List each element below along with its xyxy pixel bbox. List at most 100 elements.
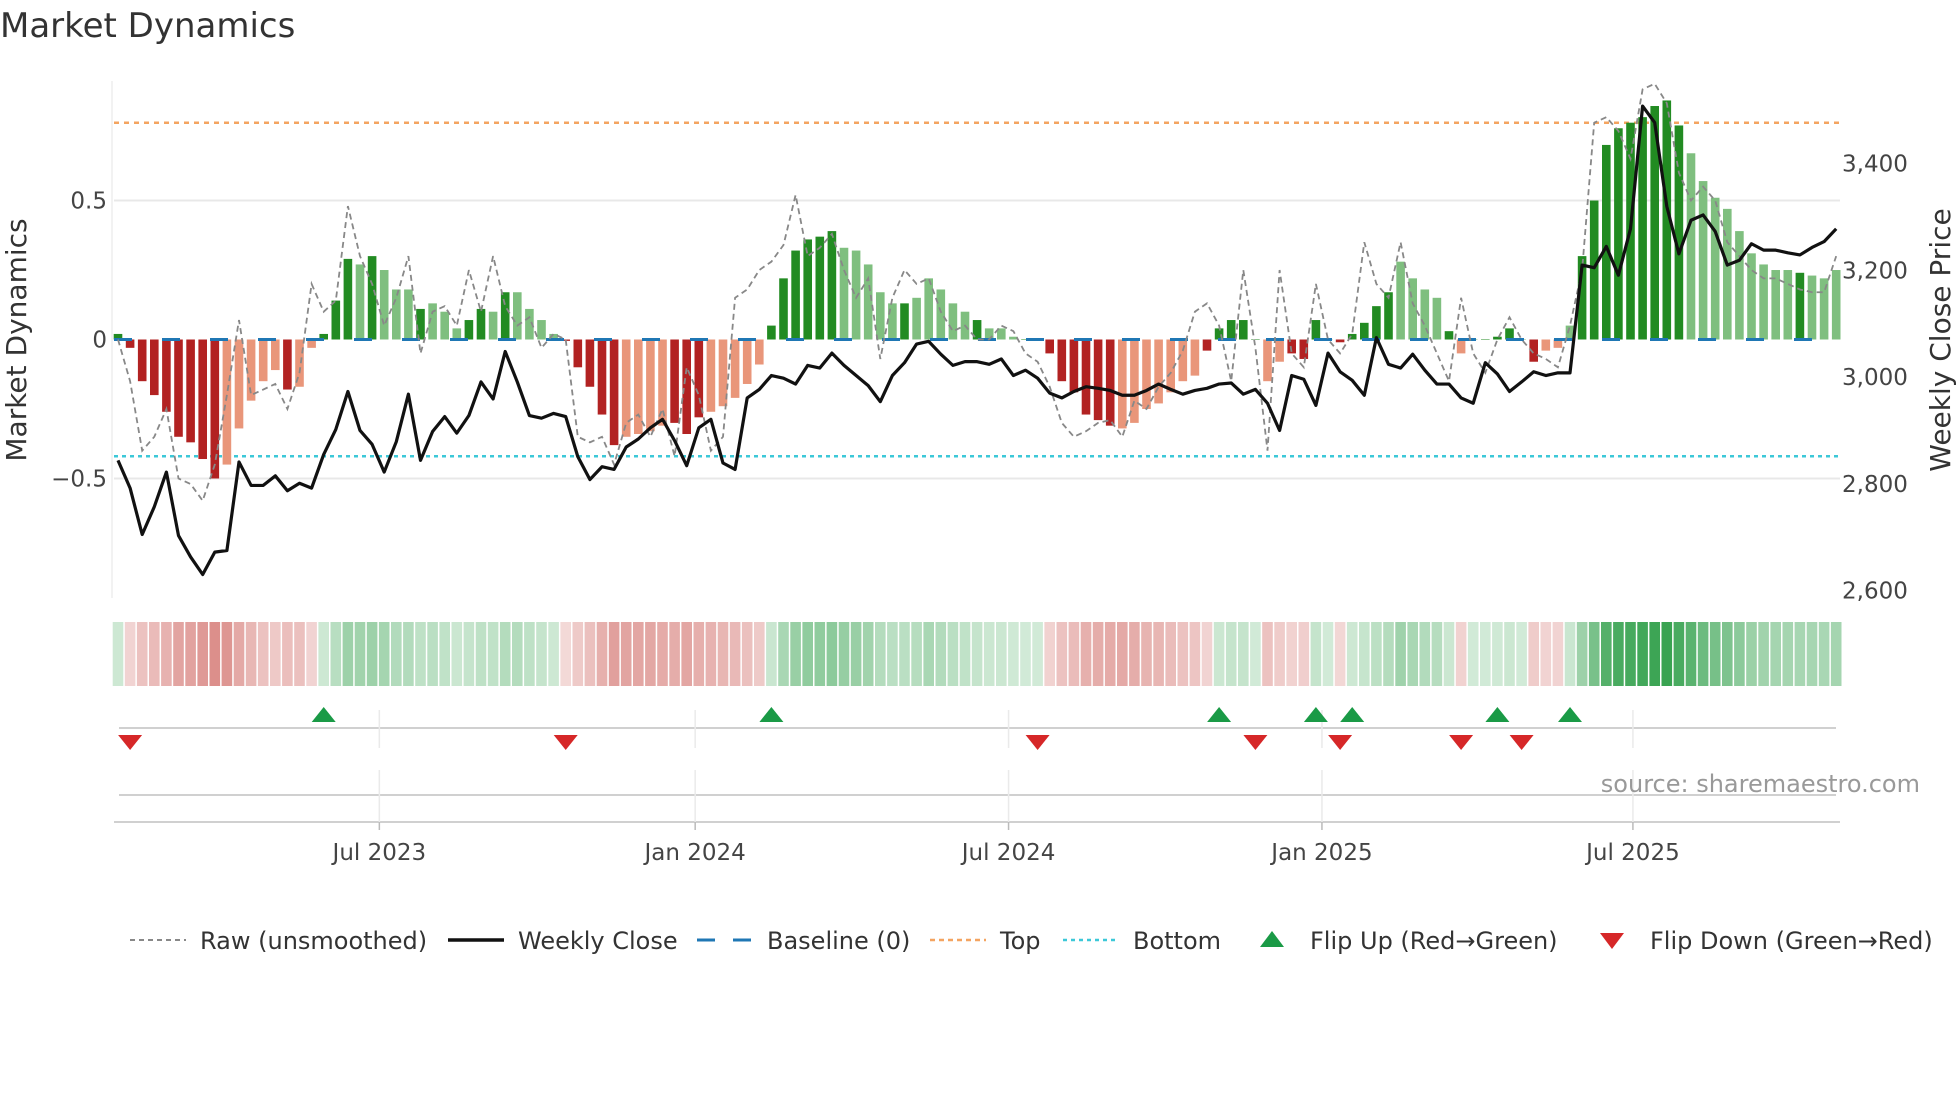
regime-strip-cell bbox=[149, 622, 160, 686]
flip-up-marker bbox=[759, 707, 784, 722]
regime-strip-cell bbox=[1274, 622, 1285, 686]
dynamics-bar bbox=[706, 339, 716, 412]
flip-up-marker bbox=[1558, 707, 1582, 722]
regime-strip-cell bbox=[850, 622, 862, 686]
regime-strip-cell bbox=[1334, 622, 1346, 686]
regime-strip-cell bbox=[862, 622, 874, 686]
dynamics-bar bbox=[210, 339, 220, 479]
regime-strip-cell bbox=[1492, 622, 1503, 686]
regime-strip-cell bbox=[1383, 622, 1394, 686]
regime-strip-cell bbox=[378, 622, 390, 686]
regime-strip-cell bbox=[366, 622, 378, 686]
dynamics-bar bbox=[1432, 297, 1442, 340]
dynamics-bar bbox=[283, 339, 292, 390]
regime-strip-cell bbox=[524, 622, 535, 686]
dynamics-bar bbox=[440, 311, 449, 340]
dynamics-bar bbox=[694, 339, 704, 418]
dynamics-bar bbox=[488, 311, 498, 340]
regime-strip-cell bbox=[257, 622, 269, 686]
dynamics-bar bbox=[1190, 339, 1200, 376]
dynamics-bar bbox=[779, 278, 788, 340]
regime-strip-cell bbox=[1722, 622, 1733, 686]
dynamics-bar bbox=[1226, 320, 1236, 340]
legend-label: Top bbox=[999, 927, 1041, 955]
regime-strip-cell bbox=[294, 622, 305, 686]
flip-up-marker bbox=[1340, 707, 1365, 722]
regime-strip-cell bbox=[1673, 622, 1685, 686]
legend-label: Raw (unsmoothed) bbox=[200, 927, 427, 955]
dynamics-bar bbox=[1505, 328, 1514, 340]
dynamics-bar bbox=[1142, 339, 1151, 409]
regime-strip-cell bbox=[1250, 622, 1261, 686]
dynamics-bar bbox=[1686, 153, 1696, 340]
dynamics-bar bbox=[924, 278, 933, 340]
y-tick-label: 0.5 bbox=[70, 189, 107, 215]
regime-strip-cell bbox=[1516, 622, 1527, 686]
dynamics-bar bbox=[1093, 339, 1103, 421]
regime-strip-cell bbox=[415, 622, 426, 686]
regime-strip-cell bbox=[1189, 622, 1201, 686]
regime-strip-cell bbox=[620, 622, 632, 686]
dynamics-bar bbox=[585, 339, 595, 387]
x-tick-label: Jan 2025 bbox=[1269, 840, 1372, 866]
regime-strip-cell bbox=[270, 622, 281, 686]
y-axis-label: Market Dynamics bbox=[0, 218, 33, 461]
regime-strip-cell bbox=[536, 622, 547, 686]
y2-tick-label: 2,600 bbox=[1842, 579, 1908, 605]
dynamics-bar bbox=[791, 250, 800, 340]
dynamics-bar bbox=[162, 339, 171, 412]
regime-strip-cell bbox=[1818, 622, 1830, 686]
regime-strip-cell bbox=[1238, 622, 1249, 686]
regime-strip-cell bbox=[161, 622, 172, 686]
dynamics-bar bbox=[379, 270, 389, 340]
regime-strip-cell bbox=[318, 622, 329, 686]
regime-strip-cell bbox=[596, 622, 608, 686]
regime-strip-cell bbox=[1153, 622, 1164, 686]
regime-strip-cell bbox=[1286, 622, 1297, 686]
regime-strip-cell bbox=[959, 622, 971, 686]
regime-strip-cell bbox=[124, 622, 136, 686]
regime-strip-cell bbox=[451, 622, 463, 686]
dynamics-bar bbox=[1444, 331, 1454, 340]
x-tick-label: Jan 2024 bbox=[643, 840, 746, 866]
regime-strip-cell bbox=[112, 622, 124, 686]
dynamics-bar bbox=[1105, 339, 1115, 426]
regime-strip-cell bbox=[1685, 622, 1697, 686]
regime-strip-cell bbox=[1165, 622, 1176, 686]
flip-down-marker bbox=[1509, 735, 1534, 750]
dynamics-bar bbox=[464, 320, 474, 340]
dynamics-bar bbox=[621, 339, 631, 437]
dynamics-bar bbox=[476, 308, 486, 340]
regime-strip-cell bbox=[1806, 622, 1818, 686]
dynamics-bar bbox=[1154, 339, 1163, 404]
dynamics-bar bbox=[936, 289, 946, 340]
regime-strip-cell bbox=[185, 622, 196, 686]
dynamics-bar bbox=[198, 339, 207, 460]
dynamics-bar bbox=[1783, 270, 1793, 340]
regime-strip-cell bbox=[1213, 622, 1225, 686]
regime-strip-cell bbox=[463, 622, 475, 686]
regime-strip-cell bbox=[1443, 622, 1455, 686]
regime-strip-cell bbox=[1697, 622, 1709, 686]
regime-strip-cell bbox=[741, 622, 753, 686]
dynamics-bar bbox=[392, 289, 401, 340]
regime-strip-cell bbox=[1346, 622, 1358, 686]
dynamics-bar bbox=[1275, 339, 1284, 362]
dynamics-bar bbox=[1335, 339, 1345, 343]
regime-strip-cell bbox=[1830, 622, 1842, 686]
y-tick-label: 0 bbox=[92, 328, 107, 354]
regime-strip-cell bbox=[548, 622, 559, 686]
dynamics-bar bbox=[258, 339, 268, 382]
dynamics-bar bbox=[137, 339, 147, 382]
regime-strip-cell bbox=[487, 622, 499, 686]
flip-down-marker bbox=[1328, 735, 1353, 750]
regime-strip-cell bbox=[1770, 622, 1781, 686]
regime-strip-cell bbox=[887, 622, 898, 686]
regime-strip-cell bbox=[1407, 622, 1418, 686]
regime-strip-cell bbox=[560, 622, 571, 686]
regime-strip-cell bbox=[1020, 622, 1031, 686]
dynamics-bar bbox=[452, 328, 462, 340]
regime-strip-cell bbox=[693, 622, 705, 686]
regime-strip-cell bbox=[1177, 622, 1189, 686]
dynamics-bar bbox=[682, 339, 691, 435]
